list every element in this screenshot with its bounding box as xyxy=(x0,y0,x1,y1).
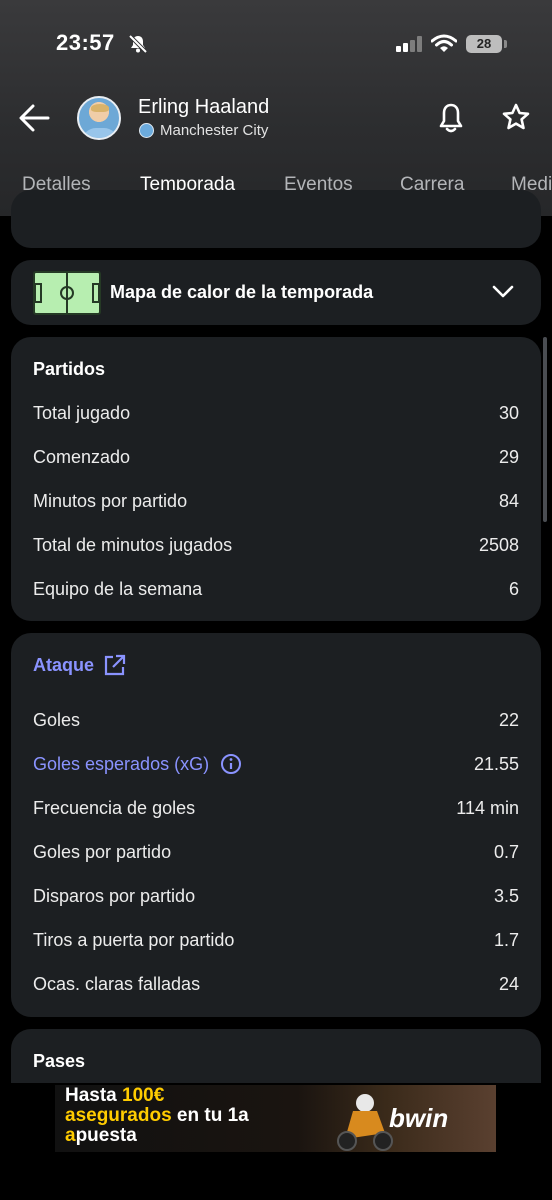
row-value: 2508 xyxy=(478,535,519,555)
back-arrow-icon[interactable] xyxy=(18,102,52,134)
row-value: 114 min xyxy=(456,798,519,818)
row-label: Total de minutos jugados xyxy=(33,535,233,555)
row-label: Goles xyxy=(33,710,81,730)
row-value: 21.55 xyxy=(473,754,519,774)
row-label: Total jugado xyxy=(33,403,131,423)
row-label: Minutos por partido xyxy=(33,491,188,511)
ataque-title[interactable]: Ataque xyxy=(33,655,94,676)
bell-off-icon xyxy=(128,34,148,54)
team-name[interactable]: Manchester City xyxy=(160,122,268,139)
partidos-title: Partidos xyxy=(33,359,106,379)
pitch-icon xyxy=(33,271,101,315)
motorcycle-rider-icon xyxy=(337,1094,393,1151)
row-value: 1.7 xyxy=(493,930,519,950)
scrollbar[interactable] xyxy=(543,337,547,522)
previous-card xyxy=(11,190,541,248)
notification-bell-icon[interactable] xyxy=(437,102,465,134)
row-label: Ocas. claras falladas xyxy=(33,974,201,994)
ad-line-3: apuesta xyxy=(65,1125,137,1146)
ad-brand-logo: bwin xyxy=(389,1103,449,1133)
info-icon[interactable] xyxy=(220,753,242,775)
partidos-card: Partidos Total jugado 30 Comenzado 29 Mi… xyxy=(11,337,541,621)
status-bar: 23:57 28 xyxy=(0,0,552,90)
row-label: Disparos por partido xyxy=(33,886,196,906)
team-crest-icon xyxy=(139,123,154,138)
pases-title: Pases xyxy=(33,1051,86,1071)
chevron-down-icon[interactable] xyxy=(491,284,515,300)
app-header: 23:57 28 Erling Haaland Manchester City xyxy=(0,0,552,216)
player-name: Erling Haaland xyxy=(138,96,270,118)
row-label: Tiros a puerta por partido xyxy=(33,930,235,950)
ad-line-2: asegurados en tu 1a xyxy=(65,1105,249,1126)
row-value: 84 xyxy=(498,491,519,511)
row-label: Goles por partido xyxy=(33,842,172,862)
ad-line-1: Hasta 100€ xyxy=(65,1085,165,1106)
row-label: Comenzado xyxy=(33,447,131,467)
player-avatar xyxy=(77,96,121,140)
row-label: Frecuencia de goles xyxy=(33,798,196,818)
cellular-signal-icon xyxy=(396,36,422,52)
favorite-star-icon[interactable] xyxy=(501,102,531,132)
status-time: 23:57 xyxy=(56,30,115,55)
row-value: 29 xyxy=(498,447,519,467)
row-value: 3.5 xyxy=(493,886,519,906)
xg-label[interactable]: Goles esperados (xG) xyxy=(33,754,209,775)
row-value: 30 xyxy=(498,403,519,423)
row-value: 24 xyxy=(498,974,519,994)
row-label: Equipo de la semana xyxy=(33,579,203,599)
battery-indicator: 28 xyxy=(466,35,502,53)
row-value: 0.7 xyxy=(493,842,519,862)
wifi-icon xyxy=(431,34,457,52)
row-value: 6 xyxy=(508,579,519,599)
row-value: 22 xyxy=(498,710,519,730)
battery-tip xyxy=(504,40,507,48)
ad-banner[interactable]: Hasta 100€ asegurados en tu 1a apuesta b… xyxy=(55,1085,496,1152)
heatmap-card[interactable]: Mapa de calor de la temporada xyxy=(11,260,541,325)
ataque-card: Ataque Goles 22 Goles esperados (xG) 21.… xyxy=(11,633,541,1017)
external-link-icon[interactable] xyxy=(103,653,127,677)
heatmap-title: Mapa de calor de la temporada xyxy=(110,282,374,302)
